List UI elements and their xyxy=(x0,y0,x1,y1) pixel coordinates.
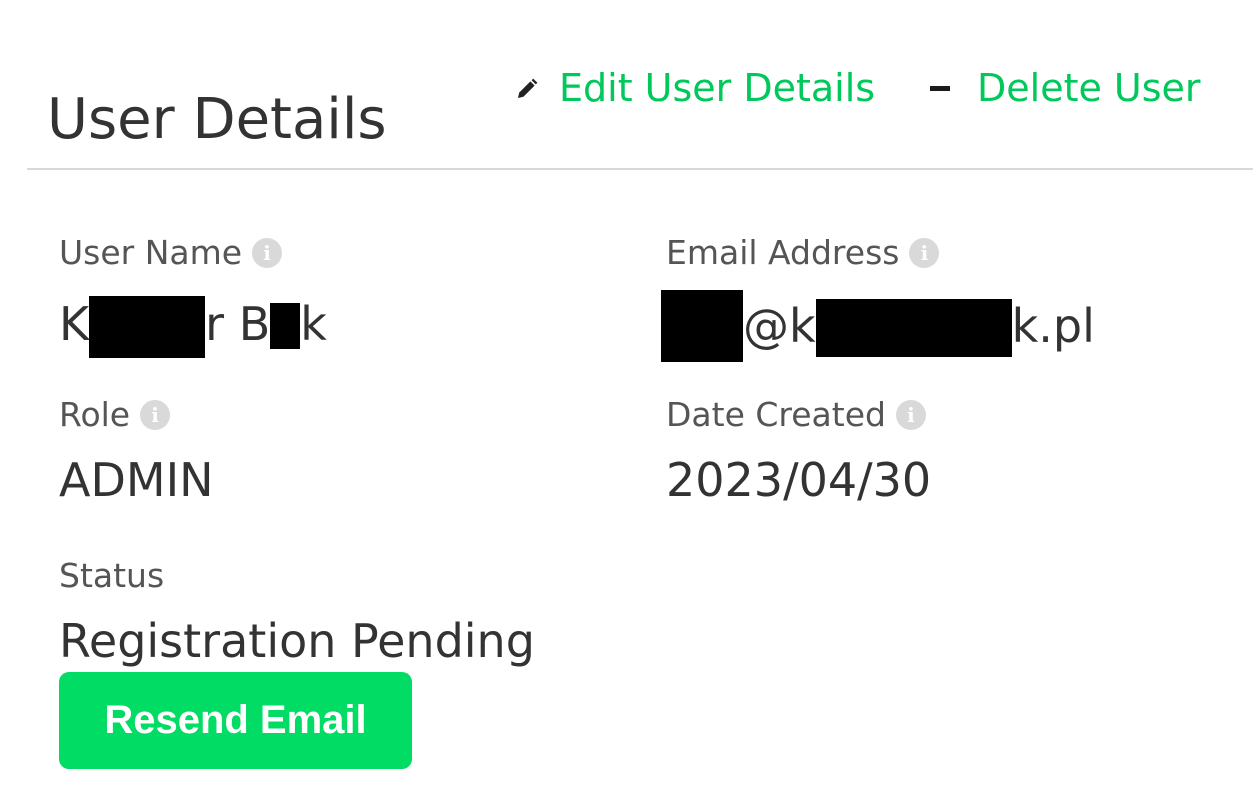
redaction-block xyxy=(270,303,301,349)
minus-icon xyxy=(930,85,950,91)
info-icon[interactable]: i xyxy=(895,400,926,430)
date-created-field: Date Created i 2023/04/30 xyxy=(666,394,931,508)
info-icon[interactable]: i xyxy=(140,400,171,430)
status-label: Status xyxy=(59,556,165,595)
pencil-icon xyxy=(515,69,539,107)
redaction-block xyxy=(661,290,743,362)
role-label-row: Role i xyxy=(59,394,214,436)
info-icon[interactable]: i xyxy=(909,238,940,268)
user-name-part-3: k xyxy=(300,297,327,351)
date-created-label-row: Date Created i xyxy=(666,394,931,436)
user-name-part-2: r B xyxy=(205,297,271,351)
email-part-1: @k xyxy=(743,299,816,353)
header-divider xyxy=(27,168,1253,170)
email-address-label: Email Address xyxy=(666,233,900,272)
role-value: ADMIN xyxy=(59,453,214,507)
redaction-block xyxy=(89,296,206,358)
date-created-value: 2023/04/30 xyxy=(666,453,932,507)
info-icon[interactable]: i xyxy=(252,238,283,268)
resend-email-button[interactable]: Resend Email xyxy=(59,672,412,769)
page-title: User Details xyxy=(47,86,387,152)
status-value: Registration Pending xyxy=(59,614,535,668)
role-label: Role xyxy=(59,395,131,434)
email-address-field: Email Address i @k k.pl xyxy=(661,232,1095,362)
status-label-row: Status xyxy=(59,555,535,597)
email-address-label-row: Email Address i xyxy=(666,232,1095,274)
date-created-label: Date Created xyxy=(666,395,886,434)
email-part-2: k.pl xyxy=(1011,299,1095,353)
user-name-value: K r B k xyxy=(59,290,327,358)
redaction-block xyxy=(815,299,1012,357)
status-field: Status Registration Pending xyxy=(59,555,535,669)
delete-user-label: Delete User xyxy=(977,66,1201,110)
email-address-value: @k k.pl xyxy=(661,290,1095,362)
user-name-part-1: K xyxy=(59,297,90,351)
edit-user-details-link[interactable]: Edit User Details xyxy=(515,64,875,112)
role-field: Role i ADMIN xyxy=(59,394,214,508)
edit-user-details-label: Edit User Details xyxy=(559,66,876,110)
user-name-field: User Name i K r B k xyxy=(59,232,327,358)
delete-user-link[interactable]: Delete User xyxy=(930,64,1201,112)
user-name-label: User Name xyxy=(59,233,243,272)
user-name-label-row: User Name i xyxy=(59,232,327,274)
